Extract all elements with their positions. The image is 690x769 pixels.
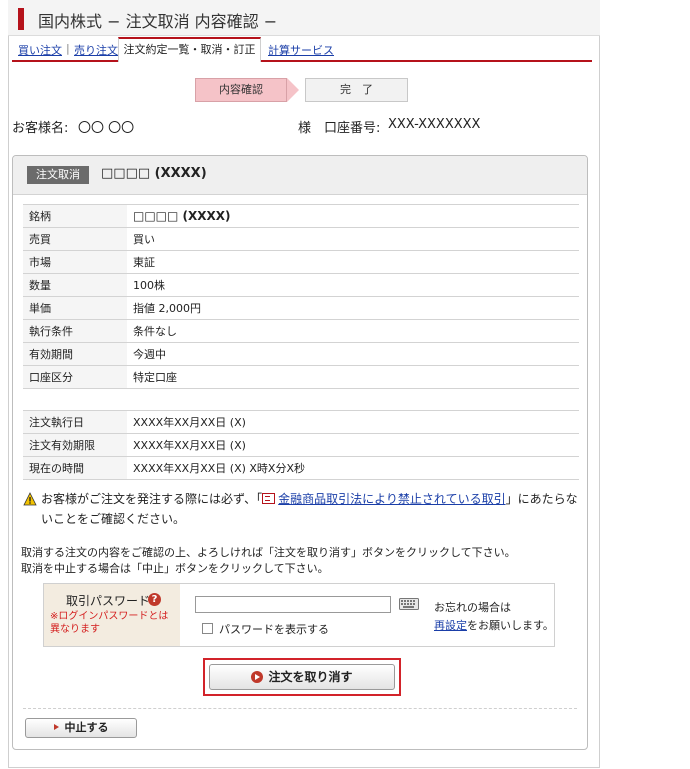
step-confirm: 内容確認 <box>195 78 287 102</box>
notice-before: お客様がご注文を発注する際には必ず、「 <box>41 492 263 506</box>
table-row: 注文執行日 XXXX年XX月XX日 (X) <box>23 410 579 434</box>
table-row: 数量 100株 <box>23 273 579 297</box>
stop-button-label: 中止する <box>64 721 109 734</box>
tab-sell-order[interactable]: 売り注文 <box>74 42 118 58</box>
table-row: 注文有効期限 XXXX年XX月XX日 (X) <box>23 433 579 457</box>
table-row: 銘柄 □□□□ (XXXX) <box>23 204 579 228</box>
cancel-order-button[interactable]: 注文を取り消す <box>209 664 395 690</box>
document-icon <box>262 493 276 504</box>
tab-separator: | <box>66 42 70 55</box>
customer-name-value: 〇〇 〇〇 <box>78 121 135 136</box>
submit-highlight: 注文を取り消す <box>203 658 401 696</box>
show-password-toggle[interactable]: パスワードを表示する <box>202 621 329 637</box>
warning-icon <box>23 492 37 506</box>
tab-order-list[interactable]: 注文約定一覧・取消・訂正 <box>118 37 261 62</box>
order-cancel-box: 注文取消 □□□□ (XXXX) 銘柄 □□□□ (XXXX) 売買 買い 市場 東証… <box>12 155 588 750</box>
detail-label: 執行条件 <box>23 319 127 343</box>
step-arrow-icon <box>287 78 299 102</box>
date-label: 注文執行日 <box>23 410 127 434</box>
prohibited-trades-link[interactable]: 金融商品取引法により禁止されている取引 <box>278 492 505 506</box>
customer-honorific: 様 <box>298 121 312 136</box>
tab-bar: 買い注文 | 売り注文 注文約定一覧・取消・訂正 計算サービス <box>12 37 592 62</box>
detail-value: 買い <box>127 227 579 251</box>
detail-label: 単価 <box>23 296 127 320</box>
show-password-checkbox[interactable] <box>202 623 213 634</box>
table-row: 単価 指値 2,000円 <box>23 296 579 320</box>
table-row: 売買 買い <box>23 227 579 251</box>
reset-password-link[interactable]: 再設定 <box>434 619 467 632</box>
detail-label: 市場 <box>23 250 127 274</box>
keyboard-icon[interactable] <box>399 598 419 610</box>
page-title: 国内株式 − 注文取消 内容確認 − <box>38 12 278 31</box>
cancel-badge: 注文取消 <box>27 166 89 184</box>
forgot-after: をお願いします。 <box>467 619 554 632</box>
tab-buy-order[interactable]: 買い注文 <box>18 42 62 58</box>
order-details-table: 銘柄 □□□□ (XXXX) 売買 買い 市場 東証 数量 100株 単価 指値 2,00… <box>23 204 579 389</box>
show-password-label: パスワードを表示する <box>219 623 329 636</box>
tab-calc-service[interactable]: 計算サービス <box>268 42 334 58</box>
detail-value: □□□□ (XXXX) <box>127 204 579 228</box>
detail-value: 指値 2,000円 <box>127 296 579 320</box>
stop-button[interactable]: 中止する <box>25 718 137 738</box>
detail-value: 東証 <box>127 250 579 274</box>
triangle-right-icon <box>53 724 59 730</box>
trade-password-input[interactable] <box>195 596 391 613</box>
detail-value: 今週中 <box>127 342 579 366</box>
help-icon[interactable]: ? <box>148 593 161 606</box>
date-label: 注文有効期限 <box>23 433 127 457</box>
table-row: 執行条件 条件なし <box>23 319 579 343</box>
instruction-line-2: 取消を中止する場合は「中止」ボタンをクリックして下さい。 <box>21 562 329 575</box>
detail-value: 条件なし <box>127 319 579 343</box>
detail-label: 数量 <box>23 273 127 297</box>
detail-label: 売買 <box>23 227 127 251</box>
password-label-cell: 取引パスワード ? ※ログインパスワードとは異なります <box>44 584 180 646</box>
customer-name-label: お客様名: <box>12 121 69 136</box>
detail-label: 有効期間 <box>23 342 127 366</box>
detail-label: 銘柄 <box>23 204 127 228</box>
table-row: 現在の時間 XXXX年XX月XX日 (X) X時X分X秒 <box>23 456 579 480</box>
instruction-line-1: 取消する注文の内容をご確認の上、よろしければ「注文を取り消す」ボタンをクリックし… <box>21 546 516 559</box>
divider <box>23 708 577 709</box>
instructions: 取消する注文の内容をご確認の上、よろしければ「注文を取り消す」ボタンをクリックし… <box>21 545 581 577</box>
table-row: 口座区分 特定口座 <box>23 365 579 389</box>
order-box-header: 注文取消 □□□□ (XXXX) <box>13 156 587 195</box>
step-complete: 完 了 <box>305 78 408 102</box>
play-icon <box>251 671 264 683</box>
forgot-password-text: お忘れの場合は 再設定をお願いします。 <box>434 599 554 635</box>
date-label: 現在の時間 <box>23 456 127 480</box>
password-note: ※ログインパスワードとは異なります <box>50 611 169 635</box>
date-value: XXXX年XX月XX日 (X) <box>127 433 579 457</box>
date-value: XXXX年XX月XX日 (X) <box>127 410 579 434</box>
title-accent-bar <box>18 8 24 30</box>
table-row: 市場 東証 <box>23 250 579 274</box>
detail-value: 100株 <box>127 273 579 297</box>
stock-name-heading: □□□□ (XXXX) <box>101 166 207 181</box>
account-number-label: 口座番号: <box>324 121 381 136</box>
detail-value: 特定口座 <box>127 365 579 389</box>
forgot-line-1: お忘れの場合は <box>434 601 511 614</box>
title-bar: 国内株式 − 注文取消 内容確認 − <box>8 0 600 36</box>
account-number-value: XXX-XXXXXXX <box>388 117 481 132</box>
order-dates-table: 注文執行日 XXXX年XX月XX日 (X) 注文有効期限 XXXX年XX月XX日 (… <box>23 410 579 480</box>
notice-text: お客様がご注文を発注する際には必ず、「 金融商品取引法により禁止されている取引」に… <box>41 489 581 529</box>
detail-label: 口座区分 <box>23 365 127 389</box>
password-label: 取引パスワード <box>66 594 151 608</box>
cancel-order-button-label: 注文を取り消す <box>268 670 353 684</box>
table-row: 有効期間 今週中 <box>23 342 579 366</box>
password-panel: 取引パスワード ? ※ログインパスワードとは異なります パスワードを表示する お… <box>43 583 555 647</box>
date-value: XXXX年XX月XX日 (X) X時X分X秒 <box>127 456 579 480</box>
